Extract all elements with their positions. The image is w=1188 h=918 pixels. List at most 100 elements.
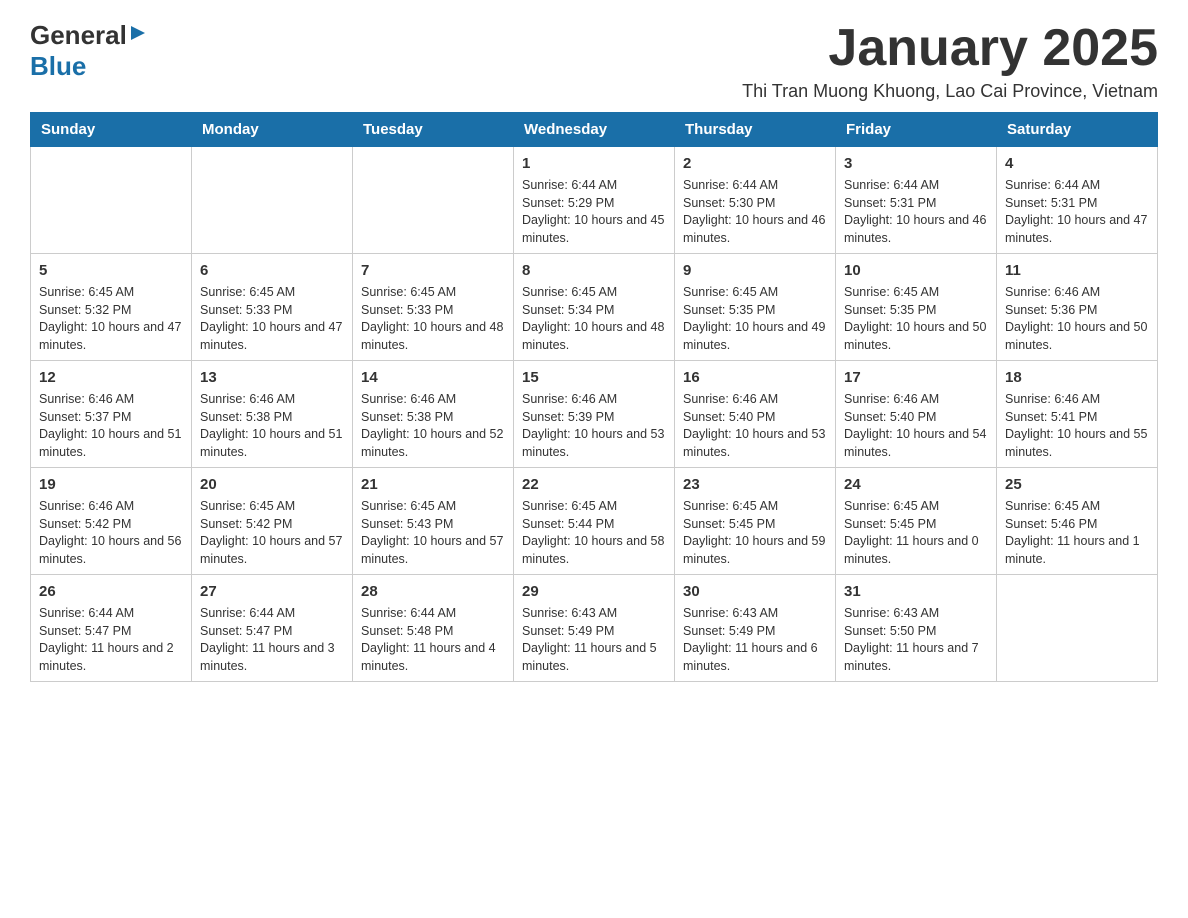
day-number: 26 <box>39 581 183 602</box>
day-number: 6 <box>200 260 344 281</box>
day-number: 13 <box>200 367 344 388</box>
day-number: 15 <box>522 367 666 388</box>
calendar-cell: 29Sunrise: 6:43 AMSunset: 5:49 PMDayligh… <box>514 575 675 682</box>
day-info: Sunset: 5:40 PM <box>683 409 827 427</box>
day-info: Sunset: 5:33 PM <box>200 302 344 320</box>
day-info: Sunrise: 6:45 AM <box>844 284 988 302</box>
day-info: Sunset: 5:36 PM <box>1005 302 1149 320</box>
day-number: 7 <box>361 260 505 281</box>
calendar-cell: 17Sunrise: 6:46 AMSunset: 5:40 PMDayligh… <box>836 361 997 468</box>
logo: General Blue <box>30 20 147 82</box>
calendar-cell: 22Sunrise: 6:45 AMSunset: 5:44 PMDayligh… <box>514 468 675 575</box>
day-number: 10 <box>844 260 988 281</box>
day-info: Daylight: 10 hours and 50 minutes. <box>844 319 988 354</box>
calendar-week-row: 1 Sunrise: 6:44 AM Sunset: 5:29 PM Daylight… <box>31 147 1158 254</box>
day-info: Daylight: 10 hours and 46 minutes. <box>844 212 988 247</box>
calendar-week-row: 26 Sunrise: 6:44 AM Sunset: 5:47 PM Dayligh… <box>31 575 1158 682</box>
day-info: Sunrise: 6:45 AM <box>844 498 988 516</box>
day-info: Daylight: 10 hours and 53 minutes. <box>522 426 666 461</box>
day-number: 14 <box>361 367 505 388</box>
day-info: Sunrise: 6:43 AM <box>683 605 827 623</box>
day-info: Sunrise: 6:44 AM <box>844 177 988 195</box>
day-info: Daylight: 10 hours and 56 minutes. <box>39 533 183 568</box>
calendar-cell: 31Sunrise: 6:43 AMSunset: 5:50 PMDayligh… <box>836 575 997 682</box>
day-info: Sunset: 5:38 PM <box>361 409 505 427</box>
calendar-week-row: 12Sunrise: 6:46 AMSunset: 5:37 PMDayligh… <box>31 361 1158 468</box>
day-number: 19 <box>39 474 183 495</box>
day-info: Daylight: 11 hours and 3 minutes. <box>200 640 344 675</box>
day-info: Sunset: 5:34 PM <box>522 302 666 320</box>
day-number: 28 <box>361 581 505 602</box>
logo-general-text: General <box>30 20 127 51</box>
day-info: Daylight: 10 hours and 55 minutes. <box>1005 426 1149 461</box>
title-block: January 2025 Thi Tran Muong Khuong, Lao … <box>742 20 1158 102</box>
day-info: Sunrise: 6:44 AM <box>361 605 505 623</box>
day-info: Sunrise: 6:46 AM <box>844 391 988 409</box>
day-info: Sunset: 5:29 PM <box>522 195 666 213</box>
month-title: January 2025 <box>742 20 1158 77</box>
day-number: 25 <box>1005 474 1149 495</box>
day-number: 1 <box>522 153 666 174</box>
day-info: Sunset: 5:31 PM <box>844 195 988 213</box>
day-number: 5 <box>39 260 183 281</box>
calendar-cell: 30Sunrise: 6:43 AMSunset: 5:49 PMDayligh… <box>675 575 836 682</box>
day-info: Sunrise: 6:46 AM <box>39 498 183 516</box>
day-info: Sunset: 5:35 PM <box>844 302 988 320</box>
calendar-cell: 10 Sunrise: 6:45 AMSunset: 5:35 PMDayligh… <box>836 254 997 361</box>
day-info: Sunset: 5:31 PM <box>1005 195 1149 213</box>
calendar-week-row: 5 Sunrise: 6:45 AM Sunset: 5:32 PM Daylight… <box>31 254 1158 361</box>
day-info: Daylight: 10 hours and 48 minutes. <box>361 319 505 354</box>
day-info: Sunset: 5:32 PM <box>39 302 183 320</box>
day-info: Daylight: 11 hours and 1 minute. <box>1005 533 1149 568</box>
day-number: 23 <box>683 474 827 495</box>
day-info: Sunset: 5:47 PM <box>39 623 183 641</box>
day-info: Sunset: 5:42 PM <box>200 516 344 534</box>
day-header-wednesday: Wednesday <box>514 113 675 147</box>
calendar-cell: 23Sunrise: 6:45 AMSunset: 5:45 PMDayligh… <box>675 468 836 575</box>
calendar-cell: 21Sunrise: 6:45 AMSunset: 5:43 PMDayligh… <box>353 468 514 575</box>
day-number: 2 <box>683 153 827 174</box>
calendar-cell: 27Sunrise: 6:44 AMSunset: 5:47 PMDayligh… <box>192 575 353 682</box>
day-info: Sunset: 5:43 PM <box>361 516 505 534</box>
day-info: Sunset: 5:45 PM <box>844 516 988 534</box>
day-number: 31 <box>844 581 988 602</box>
day-number: 3 <box>844 153 988 174</box>
calendar-cell: 20Sunrise: 6:45 AMSunset: 5:42 PMDayligh… <box>192 468 353 575</box>
day-info: Sunrise: 6:46 AM <box>522 391 666 409</box>
calendar-cell: 26Sunrise: 6:44 AMSunset: 5:47 PMDayligh… <box>31 575 192 682</box>
day-number: 18 <box>1005 367 1149 388</box>
day-info: Sunrise: 6:46 AM <box>683 391 827 409</box>
day-info: Daylight: 10 hours and 54 minutes. <box>844 426 988 461</box>
day-info: Daylight: 11 hours and 7 minutes. <box>844 640 988 675</box>
day-info: Daylight: 10 hours and 57 minutes. <box>361 533 505 568</box>
day-info: Sunset: 5:48 PM <box>361 623 505 641</box>
day-info: Daylight: 11 hours and 5 minutes. <box>522 640 666 675</box>
day-info: Sunrise: 6:46 AM <box>39 391 183 409</box>
day-info: Sunrise: 6:46 AM <box>361 391 505 409</box>
day-info: Daylight: 10 hours and 59 minutes. <box>683 533 827 568</box>
calendar-cell <box>997 575 1158 682</box>
day-info: Sunrise: 6:45 AM <box>1005 498 1149 516</box>
day-info: Sunset: 5:41 PM <box>1005 409 1149 427</box>
day-info: Daylight: 10 hours and 53 minutes. <box>683 426 827 461</box>
calendar-cell <box>192 147 353 254</box>
day-info: Sunrise: 6:45 AM <box>522 284 666 302</box>
day-number: 20 <box>200 474 344 495</box>
day-number: 11 <box>1005 260 1149 281</box>
day-info: Sunrise: 6:45 AM <box>683 284 827 302</box>
day-header-thursday: Thursday <box>675 113 836 147</box>
day-number: 29 <box>522 581 666 602</box>
logo-blue-text: Blue <box>30 51 86 82</box>
day-info: Sunset: 5:42 PM <box>39 516 183 534</box>
day-info: Sunrise: 6:44 AM <box>200 605 344 623</box>
day-number: 4 <box>1005 153 1149 174</box>
day-info: Sunset: 5:39 PM <box>522 409 666 427</box>
logo-arrow-icon <box>129 24 147 47</box>
calendar-cell: 18Sunrise: 6:46 AMSunset: 5:41 PMDayligh… <box>997 361 1158 468</box>
calendar-cell: 14Sunrise: 6:46 AMSunset: 5:38 PMDayligh… <box>353 361 514 468</box>
day-info: Daylight: 11 hours and 0 minutes. <box>844 533 988 568</box>
day-info: Sunrise: 6:46 AM <box>1005 284 1149 302</box>
calendar-cell <box>31 147 192 254</box>
day-info: Sunset: 5:44 PM <box>522 516 666 534</box>
day-number: 9 <box>683 260 827 281</box>
